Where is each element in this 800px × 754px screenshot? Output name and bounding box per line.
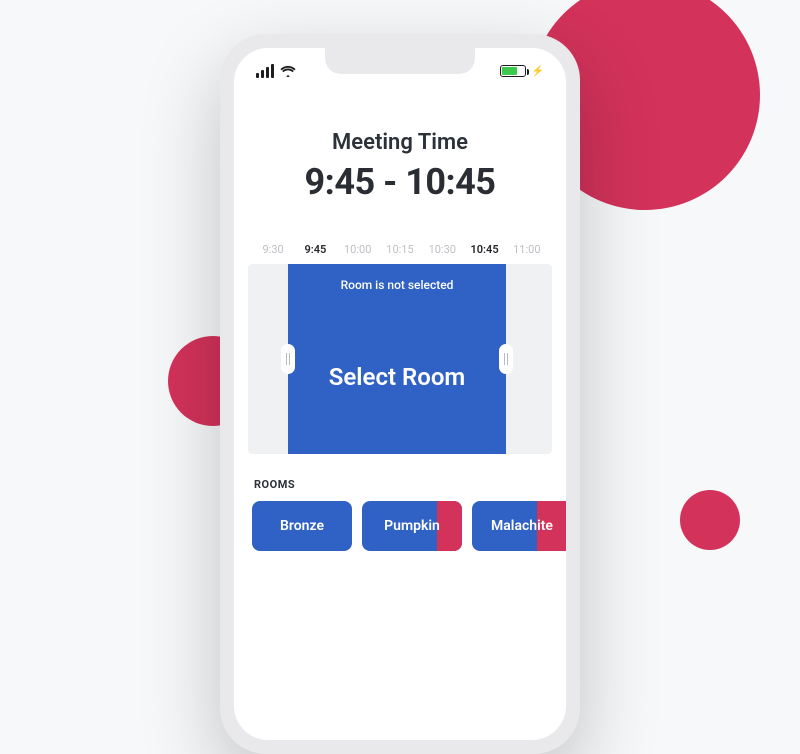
time-slot[interactable]: Room is not selected Select Room [288, 264, 506, 454]
ruler-tick[interactable]: 9:30 [252, 243, 294, 256]
room-chip-label: Pumpkin [384, 518, 440, 534]
room-chip-label: Malachite [491, 518, 553, 534]
decor-circle [680, 490, 740, 550]
select-room-button[interactable]: Select Room [329, 300, 466, 454]
resize-handle-right[interactable] [499, 344, 513, 374]
phone-screen: ⚡ Meeting Time 9:45 - 10:45 9:309:4510:0… [234, 48, 566, 740]
signal-icon [256, 64, 274, 78]
wifi-icon [280, 65, 296, 77]
phone-notch [325, 48, 475, 74]
ruler-tick[interactable]: 10:30 [421, 243, 463, 256]
ruler-tick[interactable]: 10:15 [379, 243, 421, 256]
ruler-tick[interactable]: 11:00 [506, 243, 548, 256]
slot-status: Room is not selected [341, 278, 454, 292]
rooms-list[interactable]: Bronze Pumpkin Malachite [234, 501, 566, 551]
room-chip-label: Bronze [280, 518, 324, 534]
room-chip[interactable]: Malachite [472, 501, 566, 551]
ruler-tick[interactable]: 10:45 [463, 243, 505, 256]
page-title: Meeting Time [234, 130, 566, 155]
ruler-tick[interactable]: 10:00 [337, 243, 379, 256]
timeline-area: Room is not selected Select Room [248, 264, 552, 454]
battery-icon [500, 65, 526, 77]
charging-icon: ⚡ [532, 66, 544, 77]
resize-handle-left[interactable] [281, 344, 295, 374]
time-range: 9:45 - 10:45 [234, 161, 566, 203]
room-chip[interactable]: Pumpkin [362, 501, 462, 551]
ruler-tick[interactable]: 9:45 [294, 243, 336, 256]
time-ruler[interactable]: 9:309:4510:0010:1510:3010:4511:00 [234, 243, 566, 256]
rooms-section-label: ROOMS [254, 478, 546, 491]
room-chip[interactable]: Bronze [252, 501, 352, 551]
phone-frame: ⚡ Meeting Time 9:45 - 10:45 9:309:4510:0… [220, 34, 580, 754]
